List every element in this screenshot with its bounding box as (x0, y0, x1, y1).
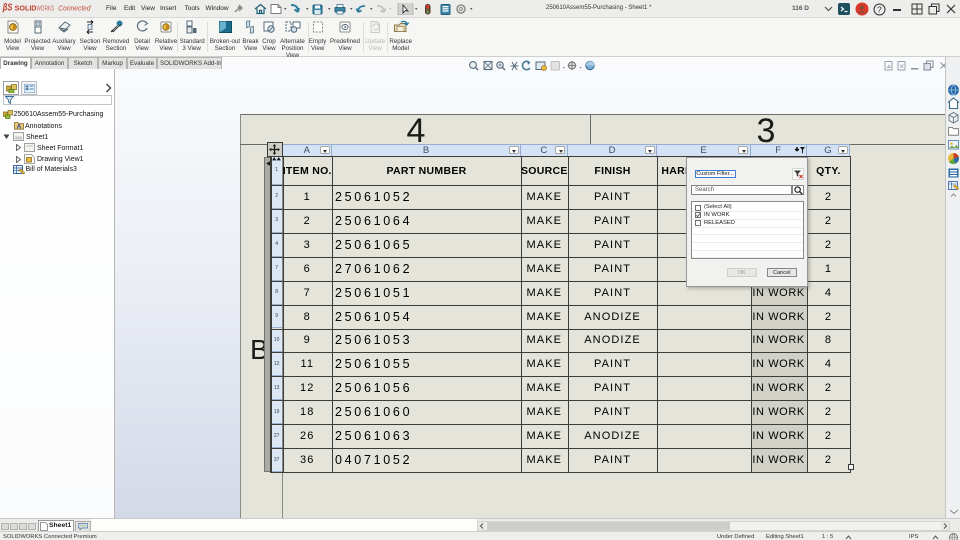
svg-text:?: ? (877, 4, 882, 14)
svg-text:SOLID: SOLID (15, 3, 38, 12)
svg-text:βS: βS (2, 3, 12, 14)
svg-text:Connected: Connected (58, 3, 91, 12)
svg-text:WORKS: WORKS (37, 3, 55, 12)
svg-text:A: A (17, 123, 22, 130)
